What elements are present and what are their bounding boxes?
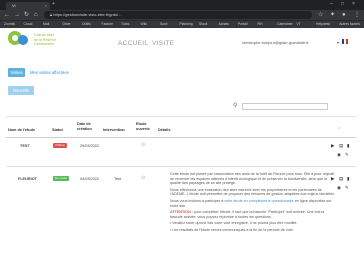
- sort-arrow-icon[interactable]: ↕: [338, 125, 340, 130]
- back-icon[interactable]: ←: [4, 11, 10, 19]
- new-visit-button[interactable]: Nouvelle visite: [8, 86, 34, 102]
- bookmark-item[interactable]: Suivi: [160, 21, 167, 27]
- detail-paragraph-4: ATTENTION : pour compléter l'étude, il f…: [170, 210, 336, 219]
- bookmark-item[interactable]: Zoomik: [4, 21, 15, 27]
- home-icon[interactable]: ⌂: [34, 11, 38, 19]
- row2-edit-icon[interactable]: ✎: [345, 185, 349, 191]
- minimize-icon[interactable]: –: [330, 1, 333, 7]
- row1-edit-icon[interactable]: ✎: [345, 152, 349, 158]
- col-details[interactable]: Détails: [158, 128, 170, 133]
- row2-date: 04/03/2022: [80, 177, 100, 181]
- attention-label: ATTENTION :: [170, 210, 194, 215]
- row2-status-badge: En cours: [53, 176, 69, 181]
- profile-icon[interactable]: ●: [342, 11, 346, 19]
- brand-text: Grands sites de la Réserve Gestionnaire: [34, 33, 92, 47]
- col-intervention[interactable]: Intervention: [103, 128, 125, 133]
- table-top-divider: [6, 116, 356, 117]
- row2-delete-icon[interactable]: ▮: [347, 176, 349, 182]
- row2-details: Cette étude est portée par l'association…: [170, 172, 336, 235]
- extensions-icon[interactable]: ✦: [330, 11, 335, 19]
- bookmark-item[interactable]: Drive: [63, 21, 71, 27]
- bookmark-item[interactable]: Helpdesk: [316, 21, 330, 27]
- detail-paragraph-2: Nous effectuons une évaluation des sites…: [170, 187, 335, 197]
- row2-name[interactable]: FLEURIOT: [18, 177, 37, 181]
- row1-delete-icon[interactable]: ▮: [347, 143, 349, 149]
- bookmark-item[interactable]: RH: [258, 21, 263, 27]
- row1-view-icon[interactable]: ◉: [337, 152, 341, 158]
- row2-doc-icon[interactable]: ▤: [339, 176, 343, 182]
- visits-button[interactable]: Visites: [8, 68, 25, 77]
- header-divider: [6, 137, 356, 138]
- detail-bullet-1-text: Veuillez noter qu'une fois votre vote en…: [172, 221, 298, 226]
- bookmark-item[interactable]: Cloud: [24, 21, 33, 27]
- maximize-icon[interactable]: □: [341, 1, 344, 7]
- brand-line-3: Gestionnaire: [34, 42, 55, 46]
- detail-paragraph-3: Nous vous invitons à participer à cette …: [170, 199, 336, 208]
- bookmark-item[interactable]: Planning: [180, 21, 193, 27]
- detail-bullet-2: • Les résultats de l'étude seront commun…: [170, 227, 294, 232]
- col-open[interactable]: Étude ouverte: [136, 122, 156, 131]
- url-field[interactable]: 🔒︎ https://gestionvisite.visio-etre.fr/g…: [44, 11, 312, 19]
- row1-divider: [6, 166, 356, 167]
- star-icon[interactable]: ☆: [318, 11, 323, 19]
- close-tab-icon[interactable]: ×: [45, 2, 47, 10]
- bookmark-item[interactable]: Calendrier: [277, 21, 293, 27]
- bookmark-item[interactable]: Facture: [102, 21, 114, 27]
- bookmark-item[interactable]: VT: [297, 21, 301, 27]
- col-date[interactable]: Date de création: [77, 122, 97, 131]
- tab-title: Vi: [12, 3, 16, 8]
- browser-tab[interactable]: Vi ×: [6, 2, 50, 10]
- row2-intervention: Test: [114, 177, 121, 181]
- search-input[interactable]: [242, 103, 328, 110]
- row1-status-badge: Clôturé: [53, 143, 67, 148]
- bookmark-item[interactable]: Achats: [219, 21, 229, 27]
- bookmark-item[interactable]: Stock: [199, 21, 207, 27]
- new-tab-icon[interactable]: +: [52, 1, 55, 7]
- detail-p4-text: pour compléter l'étude, il faut que la b…: [170, 210, 325, 219]
- search-icon[interactable]: ⚲: [233, 102, 237, 109]
- row2-view-icon[interactable]: ◉: [337, 185, 341, 191]
- bookmark-item[interactable]: Wiki: [141, 21, 147, 27]
- detail-p3-start: Nous vous invitons à participer à: [170, 198, 225, 203]
- flag-red-band: [346, 39, 348, 44]
- close-window-icon[interactable]: ×: [352, 1, 355, 7]
- row2-open-check-icon: ⊙: [141, 175, 146, 181]
- nav-visite[interactable]: VISITE: [152, 40, 174, 47]
- reload-icon[interactable]: ↻: [24, 11, 29, 19]
- menu-icon[interactable]: ⋮: [354, 11, 360, 19]
- row1-play-icon[interactable]: ▶: [331, 143, 334, 149]
- user-email[interactable]: christophe.bonjour@gdsb.grandsite.fr: [242, 40, 309, 45]
- row1-date: 29/03/2022: [80, 144, 100, 148]
- chevron-down-icon[interactable]: ▾: [337, 40, 339, 45]
- row1-open-check-icon: ⊙: [141, 142, 146, 148]
- detail-bullet-2-text: Les résultats de l'étude seront communiq…: [172, 227, 294, 232]
- col-name[interactable]: Nom de l'étude: [8, 128, 35, 133]
- row1-name[interactable]: TEST: [20, 144, 30, 148]
- my-assigned-visits-link[interactable]: Mes visites affectées: [30, 70, 69, 75]
- nav-accueil[interactable]: ACCUEIL: [118, 40, 148, 47]
- bookmark-item[interactable]: Mail: [43, 21, 49, 27]
- row2-play-icon[interactable]: ▶: [331, 176, 334, 182]
- url-text: https://gestionvisite.visio-etre.fr/grds…: [53, 12, 122, 17]
- bookmark-item[interactable]: Outils: [82, 21, 91, 27]
- detail-paragraph-1: Cette étude est portée par l'association…: [170, 172, 335, 186]
- row1-doc-icon[interactable]: ▤: [339, 143, 343, 149]
- logo-accent-shape: [18, 35, 28, 45]
- forward-icon[interactable]: →: [14, 11, 20, 19]
- detail-bullet-1: • Veuillez noter qu'une fois votre vote …: [170, 221, 298, 226]
- col-status[interactable]: Statut: [52, 128, 63, 133]
- bookmark-item[interactable]: Portail: [238, 21, 248, 27]
- bookmark-item[interactable]: Autres favoris: [339, 21, 360, 27]
- questionnaire-link[interactable]: cette étude en complétant le questionnai…: [224, 199, 294, 203]
- bookmark-item[interactable]: Tutos: [121, 21, 129, 27]
- logo-inner-shape: [12, 35, 18, 41]
